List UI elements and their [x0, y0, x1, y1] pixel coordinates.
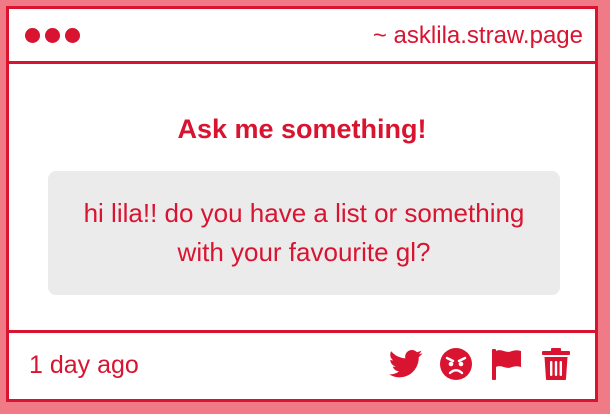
flag-icon: [492, 349, 521, 380]
main-content: Ask me something! hi lila!! do you have …: [9, 64, 595, 334]
delete-button[interactable]: [538, 346, 574, 382]
angry-face-icon: [440, 348, 472, 380]
window-dot-icon: [45, 28, 60, 43]
report-button[interactable]: [488, 346, 524, 382]
question-box: hi lila!! do you have a list or somethin…: [48, 171, 560, 295]
window-dots: [25, 28, 80, 43]
ask-card: ~ asklila.straw.page Ask me something! h…: [6, 6, 598, 402]
page-title: Ask me something!: [177, 114, 427, 144]
window-titlebar: ~ asklila.straw.page: [9, 9, 595, 64]
card-footer: 1 day ago: [9, 330, 595, 399]
react-angry-button[interactable]: [438, 346, 474, 382]
timestamp: 1 day ago: [29, 351, 139, 379]
trash-icon: [542, 348, 570, 380]
share-twitter-button[interactable]: [388, 346, 424, 382]
twitter-icon: [389, 349, 423, 378]
window-dot-icon: [65, 28, 80, 43]
question-text: hi lila!! do you have a list or somethin…: [83, 198, 525, 267]
window-dot-icon: [25, 28, 40, 43]
site-url[interactable]: ~ asklila.straw.page: [373, 22, 583, 50]
action-bar: [388, 346, 574, 382]
